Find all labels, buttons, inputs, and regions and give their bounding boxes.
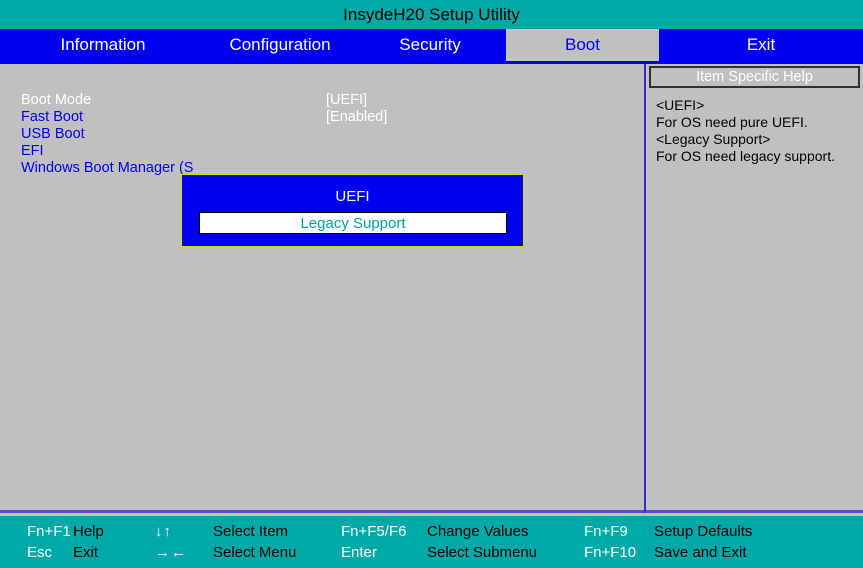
status-bar: Fn+F1 Help Esc Exit ↓↑ Select Item →← Se… xyxy=(0,516,863,568)
content-area: Boot Mode [UEFI] Fast Boot [Enabled] USB… xyxy=(0,61,863,513)
tab-information[interactable]: Information xyxy=(0,29,206,61)
status-desc-select-item: Select Item xyxy=(213,523,289,540)
setting-label-efi: EFI xyxy=(21,143,44,159)
help-body: <UEFI> For OS need pure UEFI. <Legacy Su… xyxy=(656,97,861,165)
help-header-label: Item Specific Help xyxy=(696,69,813,85)
tab-configuration-label: Configuration xyxy=(229,35,331,54)
tab-boot[interactable]: Boot xyxy=(506,29,659,61)
help-line-3: <Legacy Support> xyxy=(656,131,771,147)
status-key-help: Fn+F1 xyxy=(27,523,71,540)
tab-boot-label: Boot xyxy=(565,35,600,54)
status-desc-help: Help xyxy=(73,523,104,540)
boot-mode-popup-dialog[interactable]: UEFI Legacy Support xyxy=(181,174,524,247)
popup-option-legacy-support[interactable]: Legacy Support xyxy=(199,212,507,234)
setting-value-boot-mode: [UEFI] xyxy=(326,92,368,108)
status-desc-setup-defaults: Setup Defaults xyxy=(654,523,753,540)
menu-bar: Information Configuration Security Boot … xyxy=(0,29,863,61)
bios-setup-window: InsydeH20 Setup Utility Information Conf… xyxy=(0,0,863,568)
popup-option-legacy-support-label: Legacy Support xyxy=(300,214,406,232)
settings-pane: Boot Mode [UEFI] Fast Boot [Enabled] USB… xyxy=(0,64,644,513)
status-desc-save-and-exit: Save and Exit xyxy=(654,544,747,561)
help-line-2: For OS need pure UEFI. xyxy=(656,114,808,130)
status-key-change-values: Fn+F5/F6 xyxy=(341,523,407,540)
setting-label-fast-boot: Fast Boot xyxy=(21,109,84,125)
title-bar: InsydeH20 Setup Utility xyxy=(0,0,863,29)
tab-security-label: Security xyxy=(399,35,461,54)
setting-label-windows-boot-manager: Windows Boot Manager (S xyxy=(21,160,194,176)
status-key-select-submenu: Enter xyxy=(341,544,377,561)
setting-row-usb-boot[interactable]: USB Boot xyxy=(0,126,644,143)
window-title: InsydeH20 Setup Utility xyxy=(343,4,520,24)
arrow-down-up-icon: ↓↑ xyxy=(155,523,172,540)
setting-row-efi[interactable]: EFI xyxy=(0,143,644,160)
help-pane: Item Specific Help <UEFI> For OS need pu… xyxy=(646,64,863,513)
arrow-right-left-icon: →← xyxy=(155,544,187,561)
status-key-exit: Esc xyxy=(27,544,53,561)
status-key-setup-defaults: Fn+F9 xyxy=(584,523,628,540)
tab-information-label: Information xyxy=(60,35,146,54)
setting-label-boot-mode: Boot Mode xyxy=(21,92,92,108)
tab-configuration[interactable]: Configuration xyxy=(206,29,354,61)
tab-exit[interactable]: Exit xyxy=(659,29,863,61)
status-desc-select-menu: Select Menu xyxy=(213,544,297,561)
setting-label-usb-boot: USB Boot xyxy=(21,126,85,142)
status-desc-change-values: Change Values xyxy=(427,523,529,540)
setting-row-boot-mode[interactable]: Boot Mode [UEFI] xyxy=(0,92,644,109)
help-line-1: <UEFI> xyxy=(656,97,705,113)
help-header: Item Specific Help xyxy=(649,66,860,88)
status-desc-select-submenu: Select Submenu xyxy=(427,544,538,561)
help-line-4: For OS need legacy support. xyxy=(656,148,835,164)
setting-row-fast-boot[interactable]: Fast Boot [Enabled] xyxy=(0,109,644,126)
popup-option-uefi[interactable]: UEFI xyxy=(182,188,523,205)
setting-value-fast-boot: [Enabled] xyxy=(326,109,388,125)
status-desc-exit: Exit xyxy=(73,544,99,561)
status-key-save-and-exit: Fn+F10 xyxy=(584,544,637,561)
tab-security[interactable]: Security xyxy=(354,29,506,61)
tab-exit-label: Exit xyxy=(746,35,776,54)
